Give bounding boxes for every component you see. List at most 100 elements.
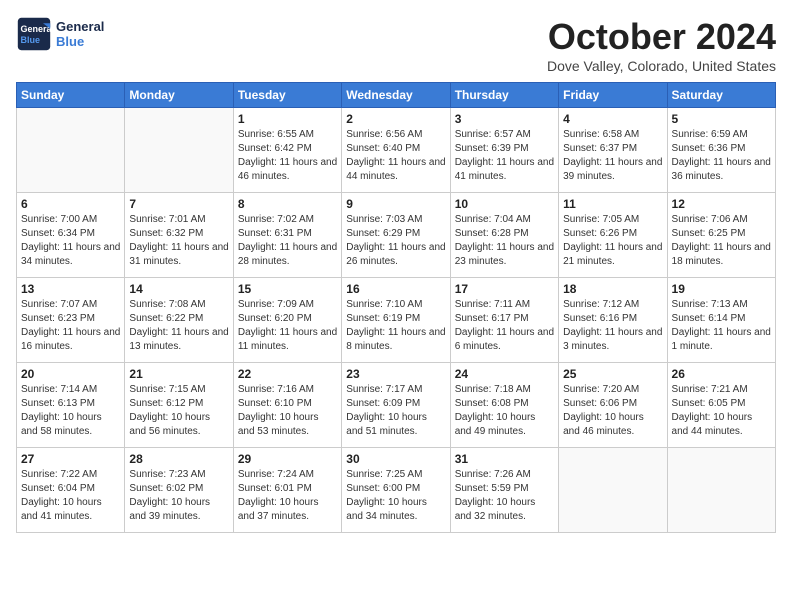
calendar-cell: 10 Sunrise: 7:04 AMSunset: 6:28 PMDayligh…: [450, 193, 558, 278]
day-number: 25: [563, 367, 662, 381]
day-info: Sunrise: 7:11 AMSunset: 6:17 PMDaylight:…: [455, 298, 554, 354]
calendar-week-5: 27 Sunrise: 7:22 AMSunset: 6:04 PMDayligh…: [17, 448, 776, 533]
day-number: 6: [21, 197, 120, 211]
day-number: 27: [21, 452, 120, 466]
calendar-cell: 25 Sunrise: 7:20 AMSunset: 6:06 PMDayligh…: [559, 363, 667, 448]
day-info: Sunrise: 7:01 AMSunset: 6:32 PMDaylight:…: [129, 213, 228, 269]
day-number: 22: [238, 367, 337, 381]
calendar-cell: 28Sunrise: 7:23 AMSunset: 6:02 PMDayligh…: [125, 448, 233, 533]
day-info: Sunrise: 7:10 AMSunset: 6:19 PMDaylight:…: [346, 298, 445, 354]
svg-text:Blue: Blue: [21, 35, 41, 45]
day-number: 5: [672, 112, 771, 126]
day-info: Sunrise: 7:26 AMSunset: 5:59 PMDaylight:…: [455, 468, 554, 524]
day-number: 18: [563, 282, 662, 296]
day-number: 29: [238, 452, 337, 466]
weekday-header-sunday: Sunday: [17, 83, 125, 108]
month-title: October 2024: [547, 16, 776, 58]
day-number: 30: [346, 452, 445, 466]
day-number: 20: [21, 367, 120, 381]
calendar-table: SundayMondayTuesdayWednesdayThursdayFrid…: [16, 82, 776, 533]
day-number: 16: [346, 282, 445, 296]
calendar-cell: 3 Sunrise: 6:57 AMSunset: 6:39 PMDaylight…: [450, 108, 558, 193]
day-number: 31: [455, 452, 554, 466]
weekday-header-saturday: Saturday: [667, 83, 775, 108]
calendar-cell: 19Sunrise: 7:13 AMSunset: 6:14 PMDayligh…: [667, 278, 775, 363]
day-info: Sunrise: 7:22 AMSunset: 6:04 PMDaylight:…: [21, 468, 120, 524]
calendar-cell: 2 Sunrise: 6:56 AMSunset: 6:40 PMDaylight…: [342, 108, 450, 193]
day-info: Sunrise: 7:00 AMSunset: 6:34 PMDaylight:…: [21, 213, 120, 269]
calendar-cell: 26 Sunrise: 7:21 AMSunset: 6:05 PMDayligh…: [667, 363, 775, 448]
location: Dove Valley, Colorado, United States: [547, 58, 776, 74]
day-info: Sunrise: 7:20 AMSunset: 6:06 PMDaylight:…: [563, 383, 662, 439]
calendar-week-2: 6 Sunrise: 7:00 AMSunset: 6:34 PMDaylight…: [17, 193, 776, 278]
day-number: 17: [455, 282, 554, 296]
day-info: Sunrise: 7:06 AMSunset: 6:25 PMDaylight:…: [672, 213, 771, 269]
calendar-cell: 29 Sunrise: 7:24 AMSunset: 6:01 PMDayligh…: [233, 448, 341, 533]
day-info: Sunrise: 7:12 AMSunset: 6:16 PMDaylight:…: [563, 298, 662, 354]
calendar-cell: [559, 448, 667, 533]
day-number: 8: [238, 197, 337, 211]
title-block: October 2024 Dove Valley, Colorado, Unit…: [547, 16, 776, 74]
day-info: Sunrise: 7:03 AMSunset: 6:29 PMDaylight:…: [346, 213, 445, 269]
logo-icon: General Blue: [16, 16, 52, 52]
day-info: Sunrise: 7:25 AMSunset: 6:00 PMDaylight:…: [346, 468, 445, 524]
calendar-cell: 7 Sunrise: 7:01 AMSunset: 6:32 PMDaylight…: [125, 193, 233, 278]
calendar-cell: 13Sunrise: 7:07 AMSunset: 6:23 PMDayligh…: [17, 278, 125, 363]
calendar-cell: 15Sunrise: 7:09 AMSunset: 6:20 PMDayligh…: [233, 278, 341, 363]
day-info: Sunrise: 7:02 AMSunset: 6:31 PMDaylight:…: [238, 213, 337, 269]
calendar-cell: 16 Sunrise: 7:10 AMSunset: 6:19 PMDayligh…: [342, 278, 450, 363]
calendar-cell: 30 Sunrise: 7:25 AMSunset: 6:00 PMDayligh…: [342, 448, 450, 533]
calendar-cell: 17 Sunrise: 7:11 AMSunset: 6:17 PMDayligh…: [450, 278, 558, 363]
calendar-cell: 21Sunrise: 7:15 AMSunset: 6:12 PMDayligh…: [125, 363, 233, 448]
page-header: General Blue General Blue October 2024 D…: [16, 16, 776, 74]
day-info: Sunrise: 7:23 AMSunset: 6:02 PMDaylight:…: [129, 468, 228, 524]
calendar-cell: 24 Sunrise: 7:18 AMSunset: 6:08 PMDayligh…: [450, 363, 558, 448]
day-info: Sunrise: 6:56 AMSunset: 6:40 PMDaylight:…: [346, 128, 445, 184]
day-info: Sunrise: 7:21 AMSunset: 6:05 PMDaylight:…: [672, 383, 771, 439]
day-number: 26: [672, 367, 771, 381]
weekday-header-tuesday: Tuesday: [233, 83, 341, 108]
day-number: 7: [129, 197, 228, 211]
day-number: 12: [672, 197, 771, 211]
day-number: 10: [455, 197, 554, 211]
calendar-cell: 31 Sunrise: 7:26 AMSunset: 5:59 PMDayligh…: [450, 448, 558, 533]
day-info: Sunrise: 6:55 AMSunset: 6:42 PMDaylight:…: [238, 128, 337, 184]
day-info: Sunrise: 6:57 AMSunset: 6:39 PMDaylight:…: [455, 128, 554, 184]
day-number: 4: [563, 112, 662, 126]
day-info: Sunrise: 7:08 AMSunset: 6:22 PMDaylight:…: [129, 298, 228, 354]
day-number: 23: [346, 367, 445, 381]
logo: General Blue General Blue: [16, 16, 104, 52]
calendar-cell: 8 Sunrise: 7:02 AMSunset: 6:31 PMDaylight…: [233, 193, 341, 278]
day-number: 24: [455, 367, 554, 381]
day-info: Sunrise: 6:59 AMSunset: 6:36 PMDaylight:…: [672, 128, 771, 184]
weekday-header-row: SundayMondayTuesdayWednesdayThursdayFrid…: [17, 83, 776, 108]
day-info: Sunrise: 7:18 AMSunset: 6:08 PMDaylight:…: [455, 383, 554, 439]
day-info: Sunrise: 7:24 AMSunset: 6:01 PMDaylight:…: [238, 468, 337, 524]
calendar-cell: 18 Sunrise: 7:12 AMSunset: 6:16 PMDayligh…: [559, 278, 667, 363]
day-info: Sunrise: 6:58 AMSunset: 6:37 PMDaylight:…: [563, 128, 662, 184]
calendar-cell: 12 Sunrise: 7:06 AMSunset: 6:25 PMDayligh…: [667, 193, 775, 278]
day-number: 19: [672, 282, 771, 296]
calendar-cell: 14Sunrise: 7:08 AMSunset: 6:22 PMDayligh…: [125, 278, 233, 363]
day-number: 3: [455, 112, 554, 126]
calendar-cell: 22 Sunrise: 7:16 AMSunset: 6:10 PMDayligh…: [233, 363, 341, 448]
weekday-header-friday: Friday: [559, 83, 667, 108]
calendar-cell: 1 Sunrise: 6:55 AMSunset: 6:42 PMDaylight…: [233, 108, 341, 193]
day-info: Sunrise: 7:04 AMSunset: 6:28 PMDaylight:…: [455, 213, 554, 269]
calendar-week-1: 1 Sunrise: 6:55 AMSunset: 6:42 PMDaylight…: [17, 108, 776, 193]
calendar-cell: 27 Sunrise: 7:22 AMSunset: 6:04 PMDayligh…: [17, 448, 125, 533]
calendar-week-4: 20 Sunrise: 7:14 AMSunset: 6:13 PMDayligh…: [17, 363, 776, 448]
day-info: Sunrise: 7:16 AMSunset: 6:10 PMDaylight:…: [238, 383, 337, 439]
day-info: Sunrise: 7:05 AMSunset: 6:26 PMDaylight:…: [563, 213, 662, 269]
day-info: Sunrise: 7:09 AMSunset: 6:20 PMDaylight:…: [238, 298, 337, 354]
day-info: Sunrise: 7:14 AMSunset: 6:13 PMDaylight:…: [21, 383, 120, 439]
day-info: Sunrise: 7:07 AMSunset: 6:23 PMDaylight:…: [21, 298, 120, 354]
day-info: Sunrise: 7:15 AMSunset: 6:12 PMDaylight:…: [129, 383, 228, 439]
weekday-header-wednesday: Wednesday: [342, 83, 450, 108]
logo-text-blue: Blue: [56, 34, 104, 49]
calendar-cell: 9Sunrise: 7:03 AMSunset: 6:29 PMDaylight…: [342, 193, 450, 278]
day-number: 1: [238, 112, 337, 126]
day-number: 2: [346, 112, 445, 126]
calendar-week-3: 13Sunrise: 7:07 AMSunset: 6:23 PMDayligh…: [17, 278, 776, 363]
calendar-cell: 23Sunrise: 7:17 AMSunset: 6:09 PMDayligh…: [342, 363, 450, 448]
